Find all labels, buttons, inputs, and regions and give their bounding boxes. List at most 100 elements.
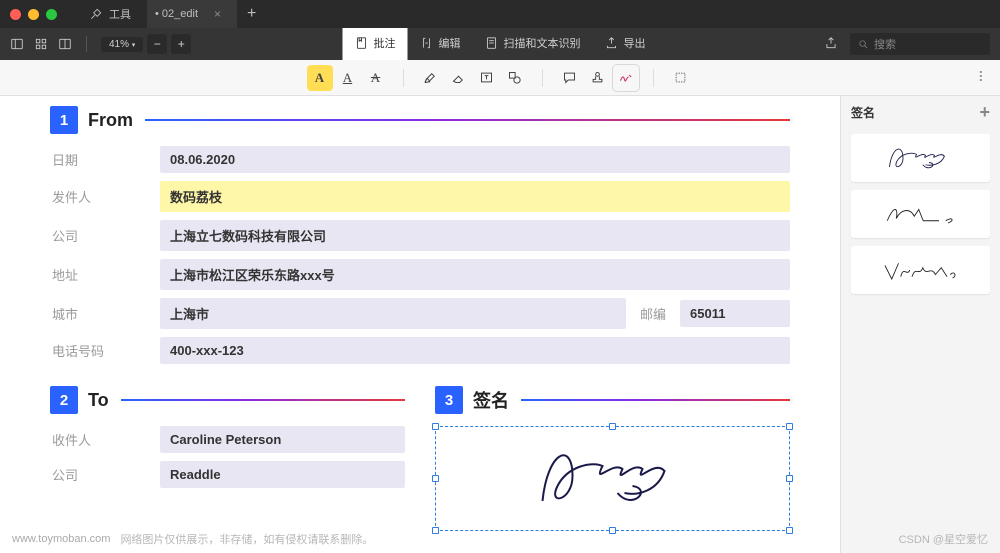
field-phone[interactable]: 400-xxx-123 (160, 337, 790, 364)
add-signature-button[interactable]: + (979, 102, 990, 123)
field-address[interactable]: 上海市松江区荣乐东路xxx号 (160, 259, 790, 290)
divider (86, 36, 87, 52)
search-placeholder: 搜索 (874, 36, 896, 52)
mode-edit[interactable]: 编辑 (408, 28, 473, 60)
shape-button[interactable] (502, 65, 528, 91)
field-sender[interactable]: 数码荔枝 (160, 181, 790, 212)
form-row-company: 公司 上海立七数码科技有限公司 (50, 220, 790, 251)
resize-handle[interactable] (786, 527, 793, 534)
section-number: 2 (50, 386, 78, 414)
signature-list (841, 128, 1000, 300)
field-recipient[interactable]: Caroline Peterson (160, 426, 405, 453)
sidebar-toggle-icon[interactable] (10, 37, 24, 51)
resize-handle[interactable] (609, 527, 616, 534)
resize-handle[interactable] (786, 423, 793, 430)
mode-label: 导出 (624, 35, 646, 51)
export-icon (605, 36, 619, 50)
panel-title: 签名 (851, 104, 875, 121)
label-address: 地址 (50, 265, 160, 284)
document-viewport[interactable]: 1 From 日期 08.06.2020 发件人 数码荔枝 公司 上海立七数码科… (0, 96, 840, 553)
document-page: 1 From 日期 08.06.2020 发件人 数码荔枝 公司 上海立七数码科… (40, 106, 800, 553)
signature-item-3[interactable] (851, 246, 990, 294)
form-row-date: 日期 08.06.2020 (50, 146, 790, 173)
separator (403, 69, 404, 87)
thumbnails-icon[interactable] (34, 37, 48, 51)
form-row-address: 地址 上海市松江区荣乐东路xxx号 (50, 259, 790, 290)
minimize-window-button[interactable] (28, 9, 39, 20)
resize-handle[interactable] (432, 527, 439, 534)
field-city[interactable]: 上海市 (160, 298, 626, 329)
tab-label: • 02_edit (155, 8, 198, 20)
mode-annotate[interactable]: 批注 (343, 28, 408, 60)
section-divider (521, 399, 790, 401)
split-view-icon[interactable] (58, 37, 72, 51)
resize-handle[interactable] (609, 423, 616, 430)
resize-handle[interactable] (432, 475, 439, 482)
form-row-phone: 电话号码 400-xxx-123 (50, 337, 790, 364)
resize-handle[interactable] (786, 475, 793, 482)
main-toolbar: 41% ▾ − + 批注 编辑 扫描和文本识别 导出 搜索 (0, 28, 1000, 60)
scan-icon (485, 36, 499, 50)
field-date[interactable]: 08.06.2020 (160, 146, 790, 173)
form-row-recipient: 收件人 Caroline Peterson (50, 426, 405, 453)
section-signature: 3 签名 (435, 386, 790, 531)
zoom-control: 41% ▾ − + (101, 34, 191, 54)
mode-switcher: 批注 编辑 扫描和文本识别 导出 (343, 28, 658, 60)
new-tab-button[interactable]: + (237, 5, 266, 23)
label-date: 日期 (50, 150, 160, 169)
signature-selection[interactable] (435, 426, 790, 531)
label-company: 公司 (50, 465, 160, 484)
zoom-in-button[interactable]: + (171, 34, 191, 54)
section-number: 1 (50, 106, 78, 134)
resize-handle[interactable] (432, 423, 439, 430)
mode-export[interactable]: 导出 (593, 28, 658, 60)
zoom-level[interactable]: 41% ▾ (101, 37, 143, 52)
zoom-out-button[interactable]: − (147, 34, 167, 54)
search-input[interactable]: 搜索 (850, 33, 990, 55)
window-controls (10, 9, 57, 20)
mode-label: 扫描和文本识别 (504, 35, 581, 51)
signature-item-2[interactable] (851, 190, 990, 238)
signature-item-1[interactable] (851, 134, 990, 182)
selection-button[interactable] (668, 65, 694, 91)
edit-icon (420, 36, 434, 50)
field-company[interactable]: 上海立七数码科技有限公司 (160, 220, 790, 251)
field-company-to[interactable]: Readdle (160, 461, 405, 488)
signature-panel: 签名 + (840, 96, 1000, 553)
annotate-icon (355, 36, 369, 50)
close-tab-icon[interactable]: × (214, 7, 221, 21)
more-tools-button[interactable]: ⠇ (978, 69, 990, 86)
text-box-button[interactable] (474, 65, 500, 91)
title-bar: 工具 • 02_edit × + (0, 0, 1000, 28)
maximize-window-button[interactable] (46, 9, 57, 20)
share-icon[interactable] (824, 36, 838, 53)
section-title: From (88, 110, 133, 131)
label-sender: 发件人 (50, 187, 160, 206)
document-tabs: 工具 • 02_edit × + (81, 0, 266, 28)
strikethrough-button[interactable]: A (363, 65, 389, 91)
section-divider (121, 399, 405, 401)
section-title: 签名 (473, 387, 509, 413)
sections-row: 2 To 收件人 Caroline Peterson 公司 Readdle (50, 386, 790, 531)
separator (542, 69, 543, 87)
section-title: To (88, 390, 109, 411)
note-button[interactable] (557, 65, 583, 91)
highlight-button[interactable]: A (307, 65, 333, 91)
close-window-button[interactable] (10, 9, 21, 20)
tab-document[interactable]: • 02_edit × (147, 0, 237, 28)
toolbar-left: 41% ▾ − + (0, 34, 191, 54)
section-divider (145, 119, 790, 121)
field-zip[interactable]: 65011 (680, 300, 790, 327)
stamp-button[interactable] (585, 65, 611, 91)
label-recipient: 收件人 (50, 430, 160, 449)
eraser-button[interactable] (446, 65, 472, 91)
section-header-to: 2 To (50, 386, 405, 414)
annotation-toolbar: A A A ⠇ (0, 60, 1000, 96)
label-phone: 电话号码 (50, 341, 160, 360)
form-row-city: 城市 上海市 邮编 65011 (50, 298, 790, 329)
signature-button[interactable] (613, 65, 639, 91)
underline-button[interactable]: A (335, 65, 361, 91)
tab-tools[interactable]: 工具 (81, 0, 147, 28)
mode-ocr[interactable]: 扫描和文本识别 (473, 28, 593, 60)
pen-button[interactable] (418, 65, 444, 91)
